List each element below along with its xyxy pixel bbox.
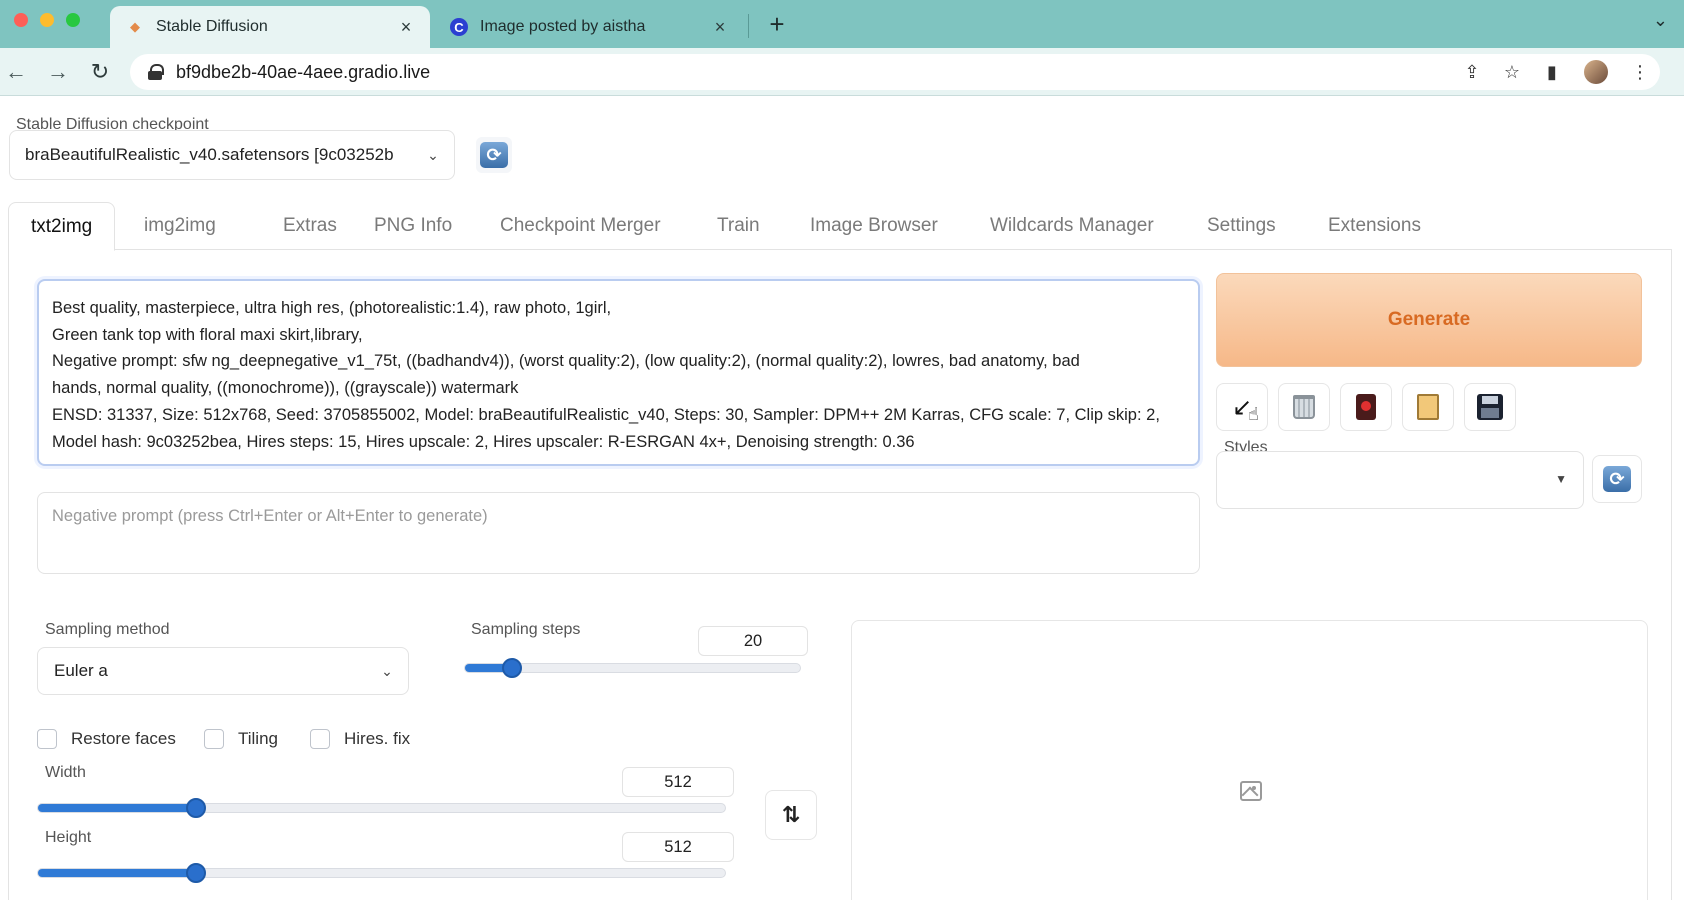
back-arrow-icon[interactable]: ←: [2, 58, 30, 86]
browser-toolbar: ← → ↻ bf9dbe2b-40ae-4aee.gradio.live ⇪ ☆…: [0, 48, 1684, 96]
browser-tab-stable-diffusion[interactable]: ◆ Stable Diffusion ×: [110, 6, 430, 48]
checkpoint-value: braBeautifulRealistic_v40.safetensors [9…: [25, 145, 394, 164]
checkpoint-refresh-button[interactable]: ⟳: [476, 137, 512, 173]
height-input[interactable]: 512: [622, 832, 734, 862]
tab-extensions[interactable]: Extensions: [1328, 202, 1421, 250]
swap-dimensions-button[interactable]: ⇅: [765, 790, 817, 840]
prompt-line: Green tank top with floral maxi skirt,li…: [52, 325, 363, 344]
prompt-line: Model hash: 9c03252bea, Hires steps: 15,…: [52, 432, 915, 451]
maximize-window-button[interactable]: [66, 13, 80, 27]
tab-png-info[interactable]: PNG Info: [374, 202, 452, 250]
generate-button[interactable]: Generate: [1216, 273, 1642, 367]
reload-icon[interactable]: ↻: [86, 58, 114, 86]
sampling-method-dropdown[interactable]: Euler a ⌄: [37, 647, 409, 695]
clipboard-icon: [1417, 394, 1439, 420]
forward-arrow-icon[interactable]: →: [44, 58, 72, 86]
slider-fill: [38, 804, 196, 812]
sampling-method-label: Sampling method: [45, 621, 170, 638]
styles-refresh-button[interactable]: ⟳: [1592, 455, 1642, 503]
tab-image-browser[interactable]: Image Browser: [810, 202, 938, 250]
image-placeholder-icon: [1240, 781, 1262, 801]
refresh-icon: ⟳: [1603, 466, 1631, 492]
address-bar[interactable]: bf9dbe2b-40ae-4aee.gradio.live ⇪ ☆ ▮ ⋮: [130, 54, 1660, 90]
prompt-textarea[interactable]: Best quality, masterpiece, ultra high re…: [37, 279, 1200, 466]
checkbox-box[interactable]: [204, 729, 224, 749]
tab-txt2img[interactable]: txt2img: [8, 202, 116, 251]
caret-down-icon: ▼: [1555, 472, 1567, 486]
height-label: Height: [45, 829, 92, 846]
close-window-button[interactable]: [14, 13, 28, 27]
browser-tab-image-posted[interactable]: C Image posted by aistha ×: [434, 6, 744, 48]
checkpoint-dropdown[interactable]: braBeautifulRealistic_v40.safetensors [9…: [9, 130, 455, 180]
bookmark-star-icon[interactable]: ☆: [1492, 62, 1532, 83]
apply-style-button[interactable]: [1402, 383, 1454, 431]
tiling-checkbox[interactable]: Tiling: [204, 729, 278, 749]
slider-thumb[interactable]: [186, 863, 206, 883]
sampling-method-value: Euler a: [54, 661, 108, 680]
swap-arrows-icon: ⇅: [781, 802, 801, 827]
checkbox-label: Hires. fix: [344, 729, 411, 748]
clear-prompt-button[interactable]: [1278, 383, 1330, 431]
checkbox-label: Restore faces: [71, 729, 176, 748]
width-slider[interactable]: [37, 798, 726, 818]
tab-checkpoint-merger[interactable]: Checkpoint Merger: [500, 202, 661, 250]
height-slider[interactable]: [37, 863, 726, 883]
save-style-button[interactable]: [1464, 383, 1516, 431]
kebab-menu-icon[interactable]: ⋮: [1620, 62, 1660, 83]
url-text: bf9dbe2b-40ae-4aee.gradio.live: [176, 61, 431, 82]
sampling-steps-label: Sampling steps: [471, 621, 581, 638]
browser-tab-bar: ◆ Stable Diffusion × C Image posted by a…: [0, 0, 1684, 48]
negative-prompt-placeholder: Negative prompt (press Ctrl+Enter or Alt…: [52, 507, 488, 525]
close-tab-icon[interactable]: ×: [710, 17, 730, 38]
checkbox-box[interactable]: [37, 729, 57, 749]
slider-thumb[interactable]: [186, 798, 206, 818]
stable-diffusion-favicon-icon: ◆: [130, 19, 140, 34]
prompt-line: Negative prompt: sfw ng_deepnegative_v1_…: [52, 352, 1080, 371]
width-label: Width: [45, 764, 86, 781]
tab-extras[interactable]: Extras: [283, 202, 337, 250]
tab-settings[interactable]: Settings: [1207, 202, 1276, 250]
sampling-steps-slider[interactable]: [464, 658, 801, 678]
prompt-line: hands, normal quality, ((monochrome)), (…: [52, 379, 519, 398]
refresh-icon: ⟳: [480, 142, 508, 168]
tab-title: Image posted by aistha: [480, 18, 646, 35]
chevron-down-icon: ⌄: [427, 146, 439, 163]
minimize-window-button[interactable]: [40, 13, 54, 27]
sidebar-toggle-icon[interactable]: ▮: [1532, 62, 1572, 83]
share-icon[interactable]: ⇪: [1452, 62, 1492, 83]
tab-train[interactable]: Train: [717, 202, 760, 250]
main-tabs: txt2img img2img Extras PNG Info Checkpoi…: [8, 202, 1672, 251]
restore-faces-checkbox[interactable]: Restore faces: [37, 729, 176, 749]
prompt-line: Best quality, masterpiece, ultra high re…: [52, 299, 612, 317]
extra-networks-button[interactable]: [1340, 383, 1392, 431]
hires-fix-checkbox[interactable]: Hires. fix: [310, 729, 410, 749]
hand-cursor-icon: [1248, 404, 1262, 425]
profile-avatar[interactable]: [1584, 60, 1608, 84]
red-card-icon: [1356, 394, 1376, 420]
slider-fill: [38, 869, 196, 877]
tab-img2img[interactable]: img2img: [144, 202, 216, 250]
prompt-line: ENSD: 31337, Size: 512x768, Seed: 370585…: [52, 405, 1160, 424]
checkbox-box[interactable]: [310, 729, 330, 749]
close-tab-icon[interactable]: ×: [396, 17, 416, 38]
floppy-disk-icon: [1477, 394, 1503, 420]
webui-page: Stable Diffusion checkpoint braBeautiful…: [0, 97, 1684, 900]
new-tab-plus-icon[interactable]: +: [762, 9, 792, 39]
lock-icon: [148, 64, 164, 80]
negative-prompt-textarea[interactable]: Negative prompt (press Ctrl+Enter or Alt…: [37, 492, 1200, 574]
civitai-favicon-icon: C: [450, 18, 468, 36]
tab-title: Stable Diffusion: [156, 18, 268, 35]
chevron-down-icon: ⌄: [381, 662, 393, 679]
output-gallery: [851, 620, 1648, 900]
width-input[interactable]: 512: [622, 767, 734, 797]
trash-icon: [1293, 395, 1315, 419]
styles-dropdown[interactable]: ▼: [1216, 451, 1584, 509]
checkbox-label: Tiling: [238, 729, 278, 748]
tab-wildcards-manager[interactable]: Wildcards Manager: [990, 202, 1154, 250]
sampling-steps-input[interactable]: 20: [698, 626, 808, 656]
tab-separator: [748, 14, 749, 38]
tab-search-chevron-icon[interactable]: ⌄: [1653, 10, 1668, 31]
slider-thumb[interactable]: [501, 658, 522, 678]
